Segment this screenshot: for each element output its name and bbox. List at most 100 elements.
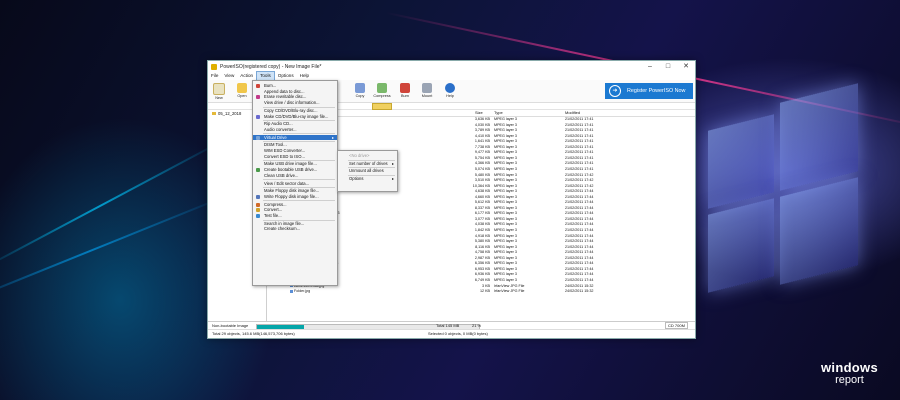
menu-action[interactable]: Action	[237, 72, 256, 80]
windows-logo-icon	[708, 73, 858, 310]
menu-item[interactable]: Options ▸	[338, 176, 397, 182]
menu-item: <No drive>	[338, 153, 397, 159]
menu-help[interactable]: Help	[297, 72, 312, 80]
brand-line2: report	[835, 374, 864, 386]
mount-icon	[422, 83, 432, 93]
table-row[interactable]: Folder.jpg 12 KB IrfanView JPG File 24/02/2…	[268, 289, 695, 295]
submenu-arrow-icon: ▸	[331, 134, 334, 140]
submenu-arrow-icon: ▸	[391, 160, 394, 166]
app-icon	[211, 63, 217, 70]
total-size: Total 145 MB	[436, 323, 460, 328]
menu-item-label: Audio converter...	[264, 126, 297, 132]
menu-item[interactable]: Audio converter...	[253, 127, 337, 133]
tree-node-root[interactable]: 05_12_2018	[212, 111, 241, 116]
menu-item[interactable]: View / Edit sector data...	[253, 181, 337, 187]
summary-total: Total 29 objects, 145.6 MB(146,573,706 b…	[212, 331, 295, 336]
menu-item-label: Make CD/DVD/Blu-ray image file...	[264, 113, 329, 119]
register-label: Register PowerISO Now	[627, 88, 686, 94]
column-size[interactable]: Size	[475, 110, 483, 115]
new-button[interactable]: New	[210, 82, 228, 101]
burn-icon	[256, 84, 260, 88]
menu-item[interactable]: Virtual Drive ▸	[253, 134, 337, 141]
menu-item-label: View / Edit sector data...	[264, 180, 310, 186]
help-icon	[445, 83, 455, 93]
file-size: 12 KB	[479, 289, 490, 294]
file-name: Folder.jpg	[290, 289, 310, 295]
menu-item-label: DISM Tool...	[264, 142, 287, 148]
menu-item-label: Set number of drives	[349, 160, 388, 166]
disc-size-select[interactable]: CD 700M	[665, 322, 688, 329]
burn-icon	[400, 83, 410, 93]
menu-item-label: Compress...	[264, 201, 287, 207]
maximize-button[interactable]: □	[659, 61, 677, 72]
menu-item-label: Unmount all drives	[349, 168, 384, 174]
usb-icon	[256, 168, 260, 173]
menu-item-label: View drive / disc information...	[264, 100, 320, 106]
compress-button[interactable]: Compress	[373, 82, 391, 101]
copy-icon	[355, 83, 365, 93]
brand-watermark: windows report	[821, 360, 878, 386]
file-modified: 24/02/2011 15:32	[565, 289, 594, 294]
menu-item-label: Create bootable USB drive...	[264, 167, 318, 173]
open-button[interactable]: Open	[233, 82, 251, 101]
menu-item[interactable]: Set number of drives ▸	[338, 161, 397, 167]
menu-item-label: Append data to disc...	[264, 88, 305, 94]
folder-icon	[212, 112, 216, 115]
percent-used: 21 %	[472, 323, 482, 328]
menu-item-label: Search in image file...	[264, 220, 305, 226]
menu-item-label: WIM ESD Converter...	[264, 148, 306, 153]
arrow-right-icon: ➜	[609, 85, 621, 97]
register-button[interactable]: ➜ Register PowerISO Now	[605, 83, 693, 99]
title-bar[interactable]: PowerISO(registered copy) - New Image Fi…	[208, 61, 695, 72]
menu-item-label: Write Floppy disk image file...	[264, 193, 319, 199]
new-icon	[213, 83, 225, 95]
burn-button[interactable]: Burn	[396, 82, 414, 101]
menu-item[interactable]: Convert ESD to ISO...	[253, 154, 337, 160]
menu-item-label: Rip Audio CD...	[264, 121, 293, 127]
help-button[interactable]: Help	[441, 82, 459, 101]
file-type: IrfanView JPG File	[494, 289, 525, 294]
virtual-drive-icon	[256, 135, 260, 140]
test-icon	[256, 214, 260, 218]
menu-item-label: Make USB drive image file...	[264, 161, 317, 167]
open-icon	[237, 83, 247, 93]
menu-item-label: Make Floppy disk image file...	[264, 188, 320, 194]
mount-button[interactable]: Mount	[418, 82, 436, 101]
menu-item[interactable]: Write Floppy disk image file...	[253, 194, 337, 200]
menu-item-label: <No drive>	[349, 153, 370, 158]
menu-item-label: Copy CD/DVD/Blu-ray disc...	[264, 107, 318, 113]
submenu-arrow-icon: ▸	[391, 176, 394, 182]
menu-options[interactable]: Options	[275, 72, 297, 80]
boot-status: Non-bootable Image	[212, 323, 249, 328]
convert-icon	[256, 208, 260, 213]
erase-icon	[256, 95, 260, 100]
menu-bar: File View Action Tools Options Help	[208, 71, 695, 81]
close-button[interactable]: ✕	[677, 61, 695, 72]
minimize-button[interactable]: –	[641, 61, 659, 72]
column-type[interactable]: Type	[494, 110, 503, 115]
column-modified[interactable]: Modified	[565, 110, 580, 115]
file-icon	[290, 289, 293, 293]
menu-item[interactable]: Create checksum...	[253, 226, 337, 232]
tools-menu: Burn... Append data to disc... Erase rewri…	[252, 80, 338, 286]
virtual-drive-submenu: <No drive> Set number of drives ▸ Unmount a…	[337, 150, 398, 192]
menu-item[interactable]: Clean USB drive...	[253, 173, 337, 179]
menu-item-label: Convert...	[264, 207, 283, 213]
menu-item-label: Clean USB drive...	[264, 172, 299, 178]
summary-bar: Total 29 objects, 145.6 MB(146,573,706 b…	[208, 329, 695, 338]
compress-icon	[256, 202, 260, 207]
menu-view[interactable]: View	[221, 72, 237, 80]
brand-line1: windows	[821, 360, 878, 375]
menu-item[interactable]: Test file...	[253, 213, 337, 219]
copy-button[interactable]: Copy	[351, 82, 369, 101]
menu-item[interactable]: Unmount all drives	[338, 168, 397, 174]
window-title: PowerISO(registered copy) - New Image Fi…	[220, 63, 322, 70]
menu-item[interactable]: Make CD/DVD/Blu-ray image file...	[253, 114, 337, 120]
menu-item-label: Create checksum...	[264, 226, 301, 232]
menu-item-label: Convert ESD to ISO...	[264, 153, 305, 159]
menu-file[interactable]: File	[208, 72, 221, 80]
floppy-icon	[256, 194, 260, 199]
menu-item-label: Options	[349, 176, 364, 182]
summary-selected: Selected 0 objects, 0 MB(0 bytes)	[428, 331, 488, 336]
menu-item[interactable]: View drive / disc information...	[253, 100, 337, 106]
